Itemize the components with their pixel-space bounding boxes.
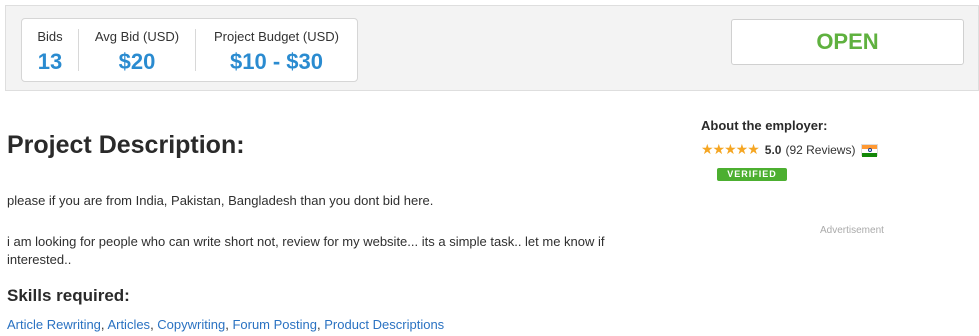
- stat-bids-label: Bids: [37, 29, 63, 44]
- stat-budget-label: Project Budget (USD): [214, 29, 339, 44]
- stat-budget-value: $10 - $30: [230, 49, 323, 74]
- flag-band-bottom: [862, 152, 878, 157]
- project-description-heading: Project Description:: [7, 131, 245, 159]
- stat-avg-bid-value: $20: [118, 49, 156, 74]
- verified-badge: VERIFIED: [717, 168, 787, 181]
- stat-avg-bid: Avg Bid (USD) $20: [79, 19, 195, 81]
- review-count[interactable]: (92 Reviews): [785, 143, 855, 157]
- india-flag-icon: [861, 143, 879, 157]
- skills-list: Article Rewriting, Articles, Copywriting…: [7, 317, 444, 332]
- skills-heading: Skills required:: [7, 286, 130, 305]
- skill-link-forum-posting[interactable]: Forum Posting: [232, 317, 317, 332]
- about-employer-heading: About the employer:: [701, 118, 828, 133]
- advertisement-label: Advertisement: [820, 225, 884, 236]
- stat-bids: Bids 13: [22, 19, 78, 81]
- project-description-paragraph: please if you are from India, Pakistan, …: [7, 193, 434, 208]
- project-header-bar: Bids 13 Avg Bid (USD) $20 Project Budget…: [5, 5, 979, 91]
- project-description-paragraph: i am looking for people who can write sh…: [7, 234, 605, 267]
- stat-bids-value: 13: [37, 49, 63, 74]
- stat-avg-bid-label: Avg Bid (USD): [94, 29, 180, 44]
- stat-budget: Project Budget (USD) $10 - $30: [196, 19, 357, 81]
- project-stats: Bids 13 Avg Bid (USD) $20 Project Budget…: [21, 18, 358, 82]
- skill-link-article-rewriting[interactable]: Article Rewriting: [7, 317, 101, 332]
- project-status-open: OPEN: [731, 19, 964, 65]
- rating-score: 5.0: [764, 142, 782, 157]
- employer-rating: ★★★★★ 5.0 (92 Reviews): [701, 141, 879, 158]
- skill-link-articles[interactable]: Articles: [107, 317, 150, 332]
- skill-link-copywriting[interactable]: Copywriting: [157, 317, 225, 332]
- skill-link-product-descriptions[interactable]: Product Descriptions: [324, 317, 444, 332]
- star-rating-icon: ★★★★★: [701, 141, 760, 157]
